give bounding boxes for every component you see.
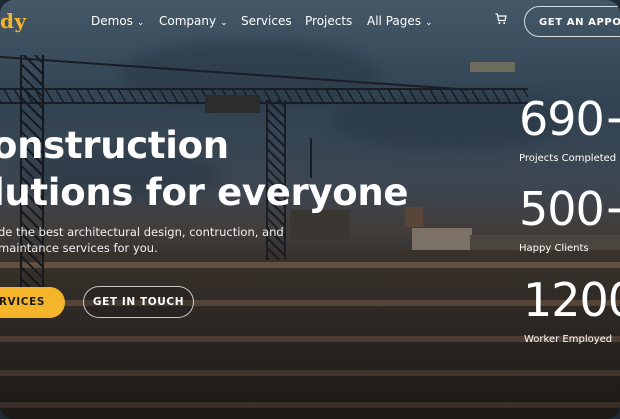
nav-item-label: Company [159,14,217,28]
nav-item-services[interactable]: Services [241,14,292,28]
chevron-down-icon: ⌄ [136,18,145,28]
chevron-down-icon: ⌄ [425,18,433,28]
nav-item-projects[interactable]: Projects [305,14,352,28]
nav-item-label: Projects [305,14,353,28]
get-appointment-button[interactable]: GET AN APPOINTMENT [524,6,620,37]
cart-icon[interactable] [495,13,507,25]
top-navigation: dy Demos ⌄ Company ⌄ Services Projects All… [0,0,620,42]
stat-clients-value: 500+ [519,182,620,236]
stat-clients-label: Happy Clients [519,243,589,254]
nav-item-label: Services [241,14,292,28]
hero-description-line-1: de the best architectural design, contru… [0,225,284,239]
hero-description: de the best architectural design, contru… [0,224,284,256]
hero-title-line-2: lutions for everyone [0,171,409,214]
services-button[interactable]: SERVICES [0,287,65,318]
nav-item-label: All Pages [367,14,421,28]
hero-description-line-2: maintance services for you. [0,241,158,255]
stat-projects-value: 690+ [519,92,620,146]
stat-workers-label: Worker Employed [524,334,613,345]
nav-item-label: Demos [91,14,133,28]
nav-item-all-pages[interactable]: All Pages ⌄ [367,14,433,28]
hero-section: dy Demos ⌄ Company ⌄ Services Projects All… [0,0,620,419]
hero-title-line-1: onstruction [0,124,229,167]
get-in-touch-button[interactable]: GET IN TOUCH [83,286,194,318]
nav-item-company[interactable]: Company ⌄ [159,14,228,28]
stat-projects-label: Projects Completed [519,153,617,164]
brand-logo[interactable]: dy [0,9,27,33]
stat-workers-value: 1200 [523,273,620,327]
nav-item-demos[interactable]: Demos ⌄ [91,14,144,28]
chevron-down-icon: ⌄ [220,18,228,28]
